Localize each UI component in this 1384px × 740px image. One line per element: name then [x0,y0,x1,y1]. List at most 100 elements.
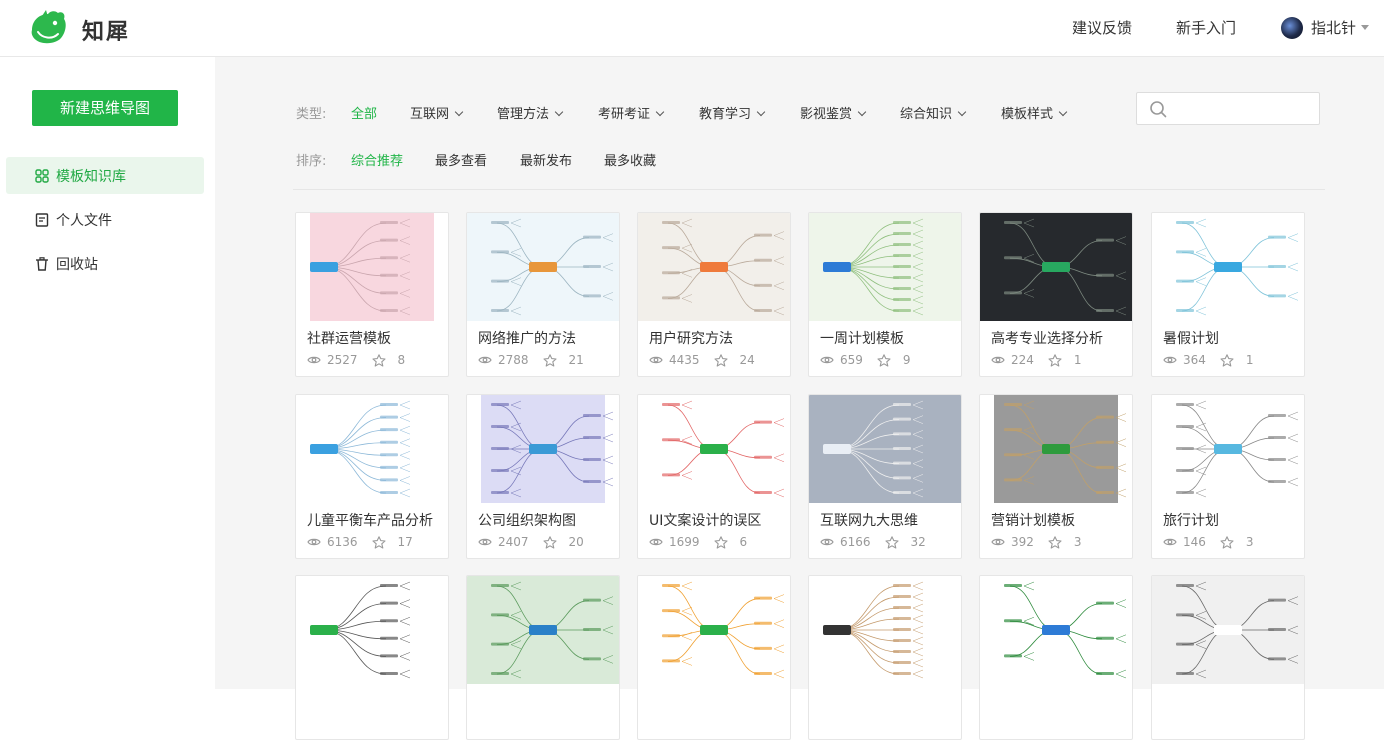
guide-link[interactable]: 新手入门 [1176,17,1236,38]
chevron-down-icon [655,107,665,117]
grid-icon [35,169,49,183]
template-card[interactable] [295,575,449,740]
template-thumbnail[interactable] [1152,576,1304,684]
template-stats: 6136 17 [307,535,413,549]
brand-name[interactable]: 知犀 [82,14,130,46]
sidebar-item-personal-files[interactable]: 个人文件 [6,201,204,238]
template-card[interactable]: 网络推广的方法 2788 21 [466,212,620,377]
template-title[interactable]: 旅行计划 [1163,510,1219,530]
rhino-logo-icon[interactable] [28,10,68,46]
template-stats: 1699 6 [649,535,747,549]
template-title[interactable]: 一周计划模板 [820,328,904,348]
template-thumbnail[interactable] [467,576,619,684]
template-card[interactable] [808,575,962,740]
mindmap-thumbnail [467,395,619,503]
type-filter-knowledge[interactable]: 综合知识 [900,103,967,122]
template-title[interactable]: 高考专业选择分析 [991,328,1103,348]
feedback-link[interactable]: 建议反馈 [1072,17,1132,38]
file-icon [35,213,49,227]
template-card[interactable]: 旅行计划 146 3 [1151,394,1305,559]
template-thumbnail[interactable] [467,395,619,503]
template-thumbnail[interactable] [638,213,790,321]
filter-label-text: 考研考证 [598,107,651,122]
search-input[interactable] [1136,92,1320,125]
template-thumbnail[interactable] [638,395,790,503]
type-filter-education[interactable]: 教育学习 [699,103,766,122]
template-card[interactable]: 暑假计划 364 1 [1151,212,1305,377]
star-icon [371,535,386,549]
template-card[interactable]: 高考专业选择分析 224 1 [979,212,1133,377]
type-filter-internet[interactable]: 互联网 [410,103,464,122]
filter-label-text: 教育学习 [699,107,752,122]
template-thumbnail[interactable] [467,213,619,321]
template-card[interactable]: 一周计划模板 659 9 [808,212,962,377]
eye-icon [307,538,321,546]
template-thumbnail[interactable] [980,576,1132,684]
template-title[interactable]: 暑假计划 [1163,328,1219,348]
template-card[interactable]: UI文案设计的误区 1699 6 [637,394,791,559]
template-title[interactable]: 儿童平衡车产品分析 [307,510,433,530]
template-thumbnail[interactable] [809,395,961,503]
chevron-down-icon [756,107,766,117]
template-card[interactable] [1151,575,1305,740]
template-title[interactable]: 营销计划模板 [991,510,1075,530]
sidebar-item-label: 回收站 [56,256,98,273]
user-name[interactable]: 指北针 [1311,17,1356,38]
sidebar: 新建思维导图 模板知识库 个人文件 回收站 [0,57,215,689]
sort-most-favorited[interactable]: 最多收藏 [604,150,656,169]
template-card[interactable]: 社群运营模板 2527 8 [295,212,449,377]
avatar[interactable] [1281,17,1303,39]
template-thumbnail[interactable] [638,576,790,684]
template-title[interactable]: 社群运营模板 [307,328,391,348]
template-thumbnail[interactable] [296,395,448,503]
view-count: 4435 [669,353,700,367]
chevron-down-icon [1058,107,1068,117]
template-thumbnail[interactable] [980,395,1132,503]
view-count: 224 [1011,353,1034,367]
template-card[interactable] [637,575,791,740]
mindmap-thumbnail [467,213,619,321]
template-card[interactable] [979,575,1133,740]
trash-icon [36,257,48,271]
eye-icon [649,538,663,546]
template-thumbnail[interactable] [296,576,448,684]
type-filter-film[interactable]: 影视鉴赏 [800,103,867,122]
template-card[interactable]: 营销计划模板 392 3 [979,394,1133,559]
template-title[interactable]: 用户研究方法 [649,328,733,348]
eye-icon [820,538,834,546]
template-thumbnail[interactable] [1152,395,1304,503]
type-filter-management[interactable]: 管理方法 [497,103,564,122]
template-card[interactable] [466,575,620,740]
sort-newest[interactable]: 最新发布 [520,150,572,169]
template-title[interactable]: UI文案设计的误区 [649,510,761,530]
template-card[interactable]: 公司组织架构图 2407 20 [466,394,620,559]
favorite-count: 21 [568,353,584,367]
template-title[interactable]: 网络推广的方法 [478,328,576,348]
user-menu-caret-icon[interactable] [1361,25,1369,30]
template-thumbnail[interactable] [1152,213,1304,321]
template-thumbnail[interactable] [296,213,448,321]
sidebar-item-templates[interactable]: 模板知识库 [6,157,204,194]
template-card[interactable]: 互联网九大思维 6166 32 [808,394,962,559]
mindmap-thumbnail [980,395,1132,503]
eye-icon [478,538,492,546]
new-mindmap-button[interactable]: 新建思维导图 [32,90,178,126]
template-thumbnail[interactable] [809,576,961,684]
sort-recommended[interactable]: 综合推荐 [351,150,403,169]
eye-icon [991,356,1005,364]
type-filter-all[interactable]: 全部 [351,103,377,122]
sidebar-item-recycle-bin[interactable]: 回收站 [6,245,204,282]
star-icon [1220,353,1234,367]
template-card[interactable]: 儿童平衡车产品分析 6136 17 [295,394,449,559]
template-title[interactable]: 公司组织架构图 [478,510,576,530]
template-title[interactable]: 互联网九大思维 [820,510,918,530]
template-thumbnail[interactable] [980,213,1132,321]
type-filter-template-style[interactable]: 模板样式 [1001,103,1068,122]
sort-most-viewed[interactable]: 最多查看 [435,150,487,169]
template-thumbnail[interactable] [809,213,961,321]
template-card[interactable]: 用户研究方法 4435 24 [637,212,791,377]
eye-icon [307,356,321,364]
type-filter-exam[interactable]: 考研考证 [598,103,665,122]
mindmap-thumbnail [980,576,1132,684]
sidebar-item-label: 个人文件 [56,212,112,229]
